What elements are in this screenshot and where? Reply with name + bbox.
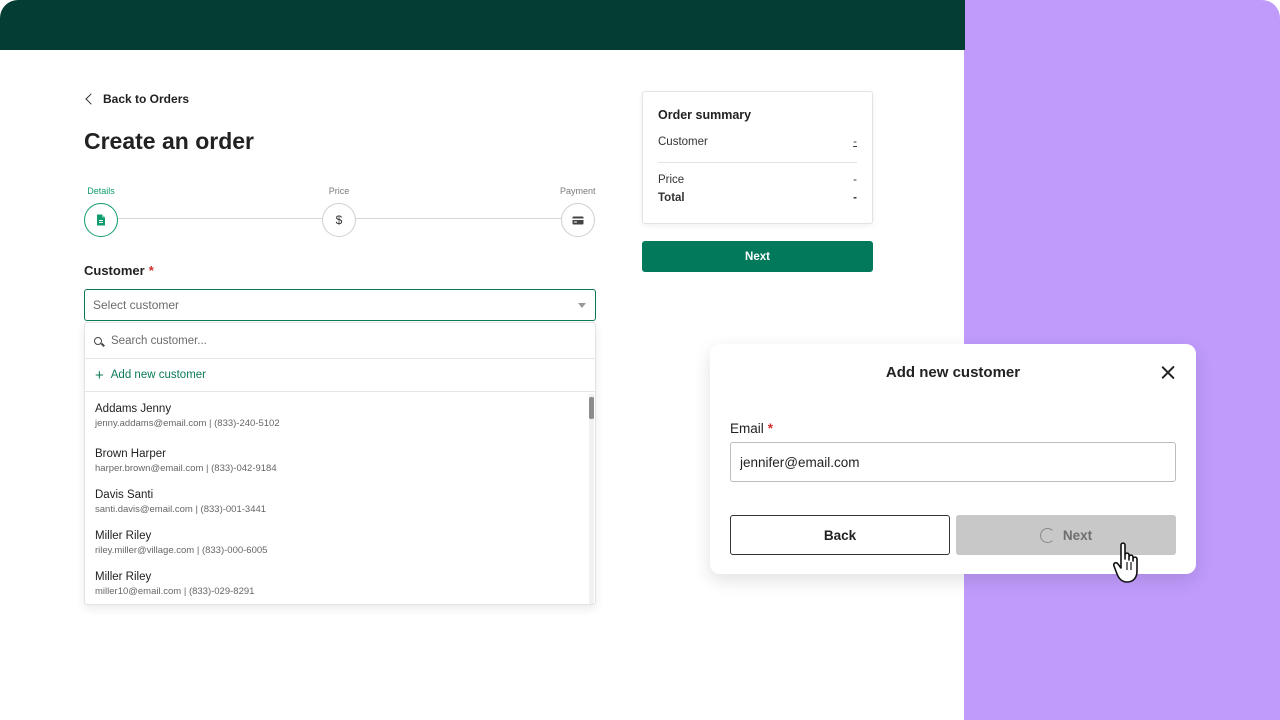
- customer-field-label: Customer *: [84, 263, 154, 278]
- page-title: Create an order: [84, 128, 255, 154]
- customer-select[interactable]: Select customer: [84, 289, 596, 321]
- plus-icon: +: [95, 366, 104, 384]
- email-field-label: Email *: [730, 421, 773, 436]
- close-icon[interactable]: [1161, 365, 1176, 380]
- loading-spinner-icon: [1039, 527, 1055, 543]
- email-label-text: Email: [730, 421, 764, 436]
- customer-label-text: Customer: [84, 263, 145, 278]
- list-item[interactable]: Brown Harper harper.brown@email.com | (8…: [85, 439, 595, 480]
- step-details-circle: [84, 203, 118, 237]
- summary-customer-label: Customer: [658, 136, 708, 148]
- summary-total-label: Total: [658, 192, 685, 204]
- list-item[interactable]: Addams Jenny jenny.addams@email.com | (8…: [85, 392, 595, 439]
- customer-search-row: [85, 323, 595, 359]
- summary-customer-value: -: [853, 136, 857, 148]
- credit-card-icon: [572, 216, 584, 224]
- required-asterisk: *: [148, 263, 154, 278]
- summary-total-row: Total -: [658, 192, 857, 204]
- customer-contact: miller10@email.com | (833)-029-8291: [95, 586, 255, 597]
- back-to-orders-link[interactable]: Back to Orders: [84, 92, 189, 106]
- summary-total-value: -: [853, 192, 857, 204]
- customer-contact: riley.miller@village.com | (833)-000-600…: [95, 545, 268, 556]
- customer-search-input[interactable]: [111, 334, 551, 347]
- scrollbar-track[interactable]: [589, 394, 594, 604]
- hand-pointer-cursor-icon: [1113, 542, 1138, 583]
- search-icon: [94, 336, 102, 345]
- step-price[interactable]: Price $: [322, 184, 356, 237]
- required-asterisk: *: [767, 421, 774, 436]
- modal-title: Add new customer: [885, 364, 1021, 381]
- step-payment-circle: [560, 203, 595, 237]
- add-customer-modal: Add new customer Email* Back Next: [710, 344, 1196, 574]
- customer-select-placeholder: Select customer: [93, 298, 180, 312]
- step-details-label: Details: [87, 186, 115, 196]
- customer-name: Brown Harper: [95, 448, 166, 460]
- customer-contact: santi.davis@email.com | (833)-001-3441: [95, 504, 267, 515]
- top-bar: [0, 0, 965, 50]
- summary-customer-row: Customer -: [658, 136, 857, 148]
- customer-name: Addams Jenny: [95, 403, 172, 415]
- summary-price-row: Price -: [658, 174, 857, 186]
- step-payment[interactable]: Payment: [560, 184, 596, 237]
- list-item[interactable]: Miller Riley miller10@email.com | (833)-…: [85, 562, 595, 603]
- caret-down-icon: [578, 303, 586, 308]
- modal-back-button[interactable]: Back: [730, 515, 950, 555]
- order-summary-card: Order summary Customer - Price - Total -: [642, 91, 873, 224]
- modal-next-label: Next: [1062, 527, 1093, 543]
- document-icon: [97, 214, 105, 226]
- order-summary-title: Order summary: [658, 108, 752, 122]
- customer-contact: harper.brown@email.com | (833)-042-9184: [95, 463, 277, 474]
- list-item[interactable]: Miller Riley riley.miller@village.com | …: [85, 521, 595, 562]
- next-button[interactable]: Next: [642, 241, 873, 272]
- dollar-icon: $: [335, 213, 343, 227]
- summary-price-label: Price: [658, 174, 685, 186]
- step-payment-label: Payment: [560, 186, 596, 196]
- customer-name: Miller Riley: [95, 571, 152, 583]
- step-details[interactable]: Details: [84, 184, 118, 237]
- step-price-circle: $: [322, 203, 356, 237]
- add-new-customer-option[interactable]: + Add new customer: [85, 359, 595, 392]
- order-stepper: Details Price $ Payment: [84, 184, 596, 240]
- customer-name: Davis Santi: [95, 489, 154, 501]
- back-link-label: Back to Orders: [103, 92, 190, 106]
- email-field[interactable]: [730, 442, 1176, 482]
- customer-list: Addams Jenny jenny.addams@email.com | (8…: [85, 392, 595, 604]
- customer-dropdown: + Add new customer Addams Jenny jenny.ad…: [84, 322, 596, 605]
- summary-divider: [658, 162, 857, 163]
- scrollbar-thumb[interactable]: [589, 397, 594, 419]
- list-item[interactable]: Davis Santi santi.davis@email.com | (833…: [85, 480, 595, 521]
- customer-name: Miller Riley: [95, 530, 152, 542]
- customer-contact: jenny.addams@email.com | (833)-240-5102: [95, 418, 280, 429]
- chevron-left-icon: [85, 93, 97, 105]
- step-price-label: Price: [328, 186, 350, 196]
- summary-price-value: -: [853, 174, 857, 186]
- add-new-customer-label: Add new customer: [110, 369, 207, 381]
